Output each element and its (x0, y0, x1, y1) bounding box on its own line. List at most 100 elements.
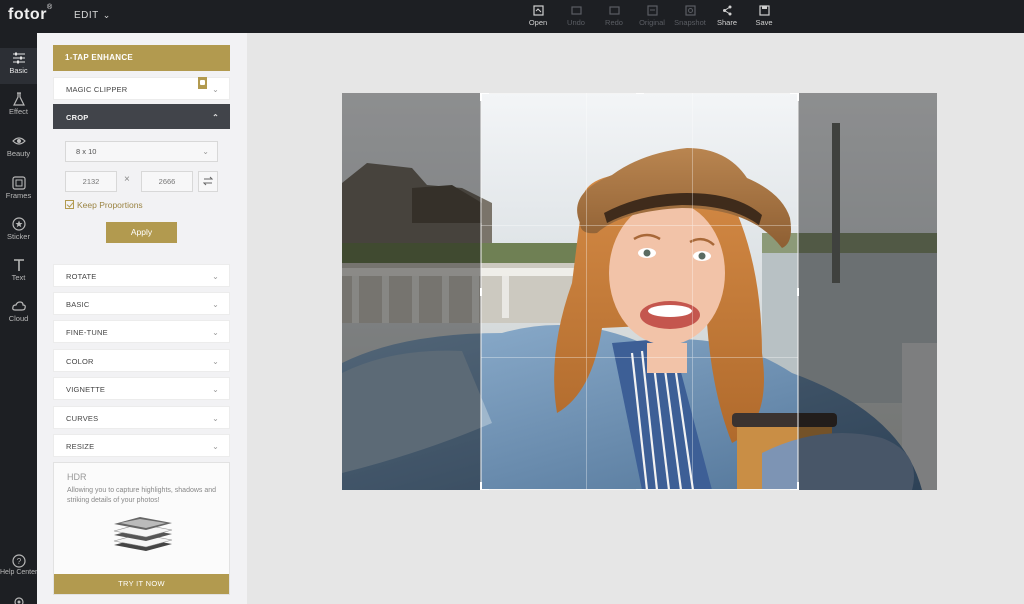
open-label: Open (528, 18, 548, 27)
section-rotate[interactable]: ROTATE ⌄ (53, 264, 230, 287)
gear-icon (13, 597, 24, 604)
original-icon (646, 5, 658, 16)
save-icon (758, 5, 770, 16)
share-icon (722, 5, 731, 16)
crop-width-input[interactable]: 2132 (65, 171, 117, 192)
edit-menu-label: EDIT (74, 10, 99, 21)
section-curves[interactable]: CURVES ⌄ (53, 406, 230, 429)
hdr-description: Allowing you to capture highlights, shad… (67, 487, 217, 504)
try-it-now-button[interactable]: TRY IT NOW (54, 574, 229, 594)
left-nav: Basic Effect Beauty Frames Sticker Text … (0, 33, 37, 604)
nav-text-label: Text (11, 273, 26, 282)
section-label: FINE-TUNE (66, 328, 108, 337)
section-label: RESIZE (66, 442, 95, 451)
crop-height-input[interactable]: 2666 (141, 171, 193, 192)
original-label: Original (639, 18, 665, 27)
help-icon: ? (11, 554, 26, 568)
section-label: COLOR (66, 357, 94, 366)
checkbox-checked-icon (65, 200, 74, 209)
edit-panel: 1-TAP ENHANCE MAGIC CLIPPER ⌄ CROP ⌃ 8 x… (37, 33, 247, 604)
sticker-icon (11, 217, 26, 231)
section-basic[interactable]: BASIC ⌄ (53, 292, 230, 315)
undo-icon (570, 6, 582, 15)
nav-beauty[interactable]: Beauty (0, 134, 37, 158)
section-vignette[interactable]: VIGNETTE ⌄ (53, 377, 230, 400)
nav-beauty-label: Beauty (6, 149, 31, 158)
photo-canvas[interactable] (342, 93, 937, 490)
nav-settings[interactable] (0, 595, 37, 604)
hdr-promo-card: HDR Allowing you to capture highlights, … (53, 462, 230, 595)
cloud-icon (11, 301, 26, 311)
apply-button[interactable]: Apply (106, 222, 177, 243)
swap-dimensions-button[interactable] (198, 171, 218, 192)
top-bar: fotor® EDIT ⌄ Open Undo Redo Original Sna… (0, 0, 1024, 33)
snapshot-label: Snapshot (674, 18, 706, 27)
keep-proportions-label: Keep Proportions (77, 200, 143, 210)
chevron-down-icon: ⌄ (212, 85, 219, 94)
bookmark-icon (198, 77, 207, 89)
swap-icon (202, 176, 214, 186)
save-button[interactable]: Save (744, 5, 784, 27)
nav-effect[interactable]: Effect (0, 92, 37, 116)
nav-text[interactable]: Text (0, 258, 37, 282)
times-icon: × (124, 174, 130, 185)
nav-basic[interactable]: Basic (0, 48, 37, 84)
chevron-down-icon: ⌄ (212, 328, 219, 337)
keep-proportions-checkbox[interactable]: Keep Proportions (65, 200, 143, 210)
snapshot-icon (684, 5, 696, 16)
magic-clipper-row[interactable]: MAGIC CLIPPER ⌄ (53, 77, 230, 100)
crop-ratio-select[interactable]: 8 x 10 ⌄ (65, 141, 218, 162)
redo-label: Redo (605, 18, 623, 27)
svg-text:?: ? (16, 557, 21, 566)
section-fine-tune[interactable]: FINE-TUNE ⌄ (53, 320, 230, 343)
nav-help-center-label: Help Center (0, 569, 38, 576)
chevron-up-icon: ⌃ (212, 113, 219, 122)
chevron-down-icon: ⌄ (212, 414, 219, 423)
original-button[interactable]: Original (632, 5, 672, 27)
undo-button[interactable]: Undo (556, 5, 596, 27)
nav-sticker[interactable]: Sticker (0, 217, 37, 241)
redo-button[interactable]: Redo (594, 5, 634, 27)
chevron-down-icon: ⌄ (212, 272, 219, 281)
chevron-down-icon: ⌄ (202, 147, 209, 156)
section-label: VIGNETTE (66, 385, 106, 394)
share-label: Share (716, 18, 737, 27)
crop-header[interactable]: CROP ⌃ (53, 104, 230, 129)
fotor-logo[interactable]: fotor® (8, 4, 53, 24)
section-label: ROTATE (66, 272, 97, 281)
nav-cloud-label: Cloud (8, 314, 29, 323)
open-button[interactable]: Open (518, 5, 558, 27)
snapshot-button[interactable]: Snapshot (670, 5, 710, 27)
chevron-down-icon: ⌄ (212, 385, 219, 394)
edit-menu[interactable]: EDIT ⌄ (74, 10, 111, 21)
one-tap-enhance-button[interactable]: 1-TAP ENHANCE (53, 45, 230, 71)
redo-icon (608, 6, 620, 15)
flask-icon (12, 92, 25, 106)
text-icon (13, 259, 24, 271)
crop-title: CROP (66, 113, 89, 122)
nav-sticker-label: Sticker (7, 232, 30, 241)
nav-help-center[interactable]: ? Help Center (0, 554, 37, 576)
nav-cloud[interactable]: Cloud (0, 299, 37, 323)
section-label: BASIC (66, 300, 90, 309)
sliders-icon (12, 52, 25, 64)
share-button[interactable]: Share (707, 5, 747, 27)
section-label: CURVES (66, 414, 99, 423)
magic-clipper-label: MAGIC CLIPPER (66, 85, 128, 94)
hdr-layers-icon (113, 517, 173, 551)
save-label: Save (755, 18, 773, 27)
nav-basic-label: Basic (9, 66, 28, 75)
eye-icon (11, 137, 26, 145)
hdr-title: HDR (67, 472, 87, 482)
crop-ratio-value: 8 x 10 (76, 147, 97, 156)
chevron-down-icon: ⌄ (102, 10, 111, 20)
nav-frames[interactable]: Frames (0, 176, 37, 200)
nav-frames-label: Frames (5, 191, 32, 200)
section-resize[interactable]: RESIZE ⌄ (53, 434, 230, 457)
open-icon (532, 5, 544, 16)
chevron-down-icon: ⌄ (212, 442, 219, 451)
nav-effect-label: Effect (8, 107, 29, 116)
undo-label: Undo (567, 18, 585, 27)
chevron-down-icon: ⌄ (212, 357, 219, 366)
section-color[interactable]: COLOR ⌄ (53, 349, 230, 372)
